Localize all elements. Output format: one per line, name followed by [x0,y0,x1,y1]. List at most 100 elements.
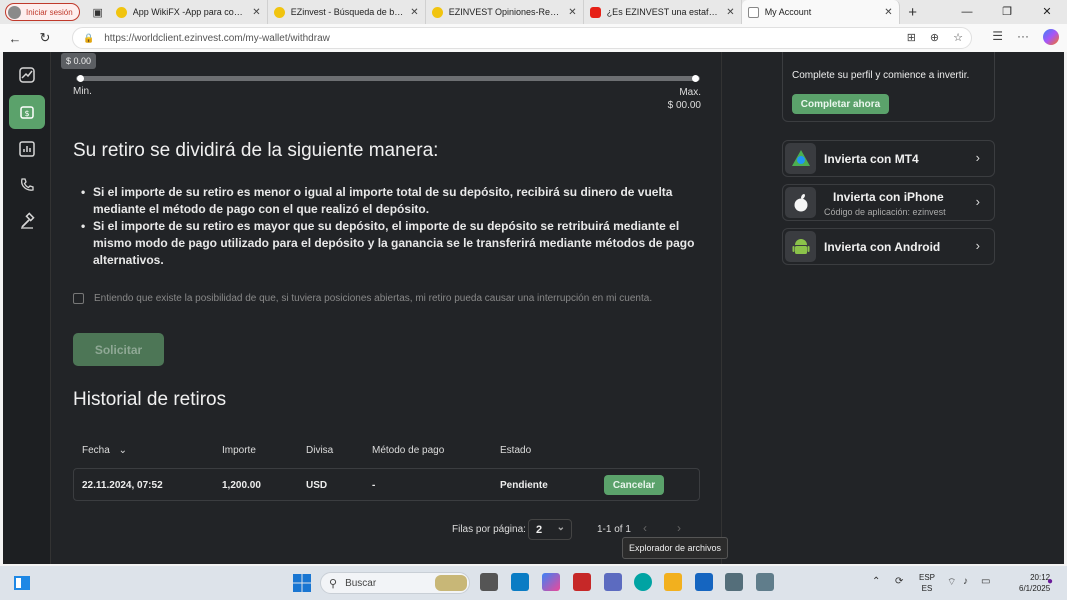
mt4-app-card[interactable]: Invierta con MT4 › [782,140,995,177]
youtube-favicon-icon [589,6,601,18]
copilot-icon[interactable] [1043,29,1059,45]
amount-slider[interactable] [76,75,700,82]
calculator-icon[interactable] [756,573,774,591]
chevron-up-icon[interactable]: ⌃ [872,576,880,587]
taskbar-search[interactable]: ⚲ Buscar [320,572,470,594]
prev-page-icon[interactable]: ‹ [643,521,647,535]
tools-nav-icon[interactable] [9,204,45,238]
clock[interactable]: 20:12 6/1/2025 [1019,572,1050,594]
windows-start-icon[interactable] [293,574,311,592]
windows-taskbar: ⚲ Buscar ⌃ ⟳ ESP ES ⌔ ♪ ▭ 20:12 6/1/2025… [0,566,1067,600]
table-row: 22.11.2024, 07:52 1,200.00 USD - Pendien… [73,468,700,501]
app-icon[interactable] [511,573,529,591]
android-app-card[interactable]: Invierta con Android › [782,228,995,265]
network-app-icon[interactable] [725,573,743,591]
copilot-app-icon[interactable] [542,573,560,591]
back-icon[interactable]: ← [0,31,30,46]
complete-profile-card: Complete su perfil y comience a invertir… [782,52,995,122]
report-nav-icon[interactable] [9,132,45,166]
lock-icon: 🔒 [83,32,95,43]
browser-tab-bar: Iniciar sesión ▣ App WikiFX -App para co… [0,0,1067,24]
chart-nav-icon[interactable] [9,58,45,92]
file-explorer-icon[interactable] [664,573,682,591]
refresh-icon[interactable]: ↻ [30,30,60,46]
browser-tab-2[interactable]: EZinvest - Búsqueda de bróker d ✕ [268,0,426,24]
close-tab-icon[interactable]: ✕ [410,7,418,18]
access-app-icon[interactable] [573,573,591,591]
agree-checkbox[interactable] [73,293,84,304]
maximize-icon[interactable]: ❐ [987,0,1027,24]
url-text: https://worldclient.ezinvest.com/my-wall… [104,32,330,44]
pagination-range: 1-1 of 1 [597,524,631,535]
url-input[interactable]: 🔒 https://worldclient.ezinvest.com/my-wa… [72,27,972,49]
solicitar-button[interactable]: Solicitar [73,333,164,366]
browser-tab-1[interactable]: App WikiFX -App para consulta ✕ [110,0,268,24]
teams-icon[interactable] [604,573,622,591]
iphone-app-card[interactable]: Invierta con iPhone Código de aplicación… [782,184,995,221]
new-tab-button[interactable]: + [900,4,926,21]
close-tab-icon[interactable]: ✕ [726,7,734,18]
rows-per-page-select[interactable]: 2 ⌄ [528,519,572,540]
side-nav-rail: $ [3,52,51,564]
complete-now-button[interactable]: Completar ahora [792,94,889,114]
input-language[interactable]: ESP ES [919,572,935,594]
wifi-icon[interactable]: ⌔ [947,576,956,589]
column-header-fecha[interactable]: Fecha ⌄ [82,445,127,456]
agree-checkbox-row[interactable]: Entiendo que existe la posibilidad de qu… [73,293,652,304]
zoom-icon[interactable]: ⊕ [930,31,939,44]
iphone-label: Invierta con iPhone [833,190,944,204]
close-tab-icon[interactable]: ✕ [568,7,576,18]
volume-icon[interactable]: ♪ [963,576,968,587]
avatar-icon [8,5,21,19]
tab-title: EZINVEST Opiniones-Reseñas d [448,7,563,17]
slider-max-label: Max. $ 00.00 [667,87,701,111]
column-header-importe: Importe [222,445,256,456]
next-page-icon[interactable]: › [677,521,681,535]
android-label: Invierta con Android [824,240,941,254]
sync-icon[interactable]: ⟳ [895,576,903,587]
store-icon[interactable] [695,573,713,591]
tab-title: EZinvest - Búsqueda de bróker d [290,7,405,17]
tab-title: ¿Es EZINVEST una estafa? Inver [606,7,721,17]
svg-text:$: $ [24,109,29,118]
browser-address-bar: ← ↻ 🔒 https://worldclient.ezinvest.com/m… [0,24,1067,52]
wallet-nav-icon[interactable]: $ [9,95,45,129]
chevron-down-icon: ⌄ [556,522,565,533]
chevron-right-icon: › [975,194,980,209]
wikifx-favicon-icon [273,6,285,18]
android-icon [785,231,816,262]
task-view-icon[interactable] [480,573,498,591]
browser-tab-3[interactable]: EZINVEST Opiniones-Reseñas d ✕ [426,0,584,24]
column-header-metodo: Método de pago [372,445,445,456]
slider-min-label: Min. [73,86,92,97]
profile-signin-button[interactable]: Iniciar sesión [5,3,80,21]
slider-value-badge: $ 0.00 [61,53,97,69]
minimize-icon[interactable]: — [947,0,987,24]
iphone-app-code: Código de aplicación: ezinvest [824,207,946,217]
favorite-star-icon[interactable]: ☆ [953,31,963,44]
phone-nav-icon[interactable] [9,168,45,202]
tab-actions-icon[interactable]: ▣ [86,0,110,24]
widgets-icon[interactable] [13,575,31,591]
more-menu-icon[interactable]: ··· [1017,29,1029,45]
browser-tab-5-active[interactable]: My Account ✕ [741,0,900,24]
chevron-right-icon: › [975,238,980,253]
close-tab-icon[interactable]: ✕ [884,7,892,18]
list-item: Si el importe de su retiro es menor o ig… [81,184,708,218]
close-window-icon[interactable]: ✕ [1027,0,1067,24]
close-tab-icon[interactable]: ✕ [252,7,260,18]
slider-handle[interactable] [77,75,84,82]
browser-tab-4[interactable]: ¿Es EZINVEST una estafa? Inver ✕ [584,0,742,24]
cell-divisa: USD [306,480,328,491]
app-install-icon[interactable]: ⊞ [907,31,916,44]
tab-title: My Account [764,7,812,17]
cell-fecha: 22.11.2024, 07:52 [82,480,163,491]
file-explorer-tooltip: Explorador de archivos [622,537,729,559]
notification-bell-icon[interactable]: ● [1047,576,1053,587]
web-page: $ $ 0.00 Min. Max. $ 00.00 Su retiro se … [3,52,1064,564]
favorites-icon[interactable]: ☰ [992,29,1003,45]
cell-estado: Pendiente [500,480,548,491]
cancel-withdrawal-button[interactable]: Cancelar [604,475,664,495]
edge-icon[interactable] [634,573,652,591]
battery-icon[interactable]: ▭ [981,576,990,587]
